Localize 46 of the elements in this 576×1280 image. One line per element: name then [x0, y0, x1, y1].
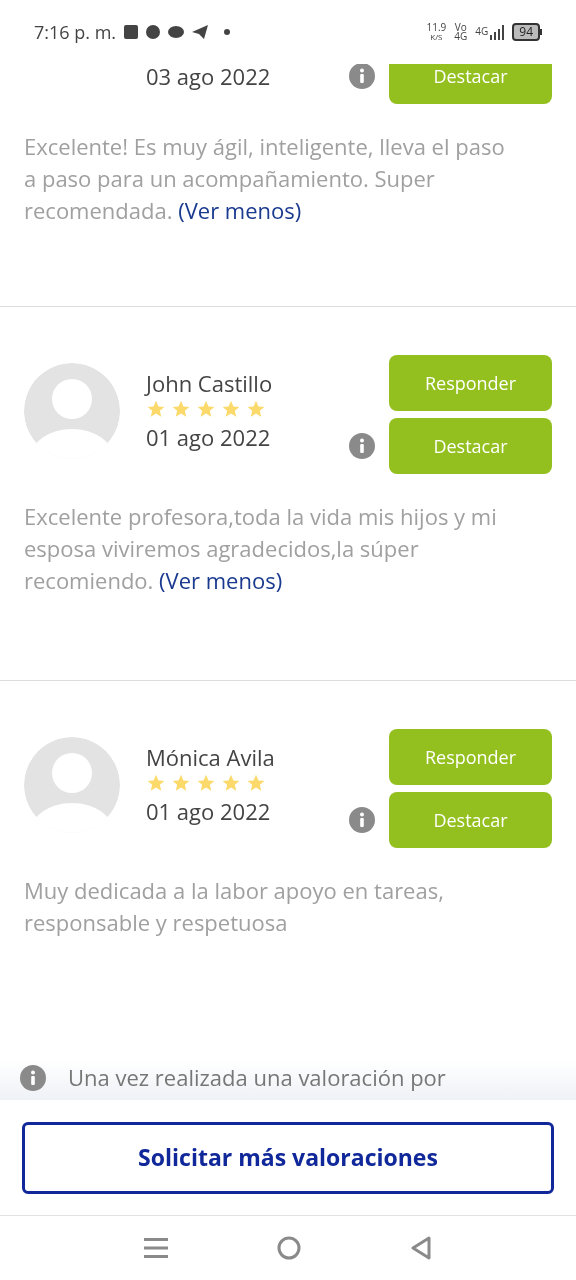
review-date: 03 ago 2022: [146, 64, 271, 93]
reviewer-name: Mónica Avila: [146, 743, 275, 771]
speed-unit: K/S: [430, 32, 443, 41]
highlight-button[interactable]: Destacar: [389, 418, 552, 474]
reply-button[interactable]: Responder: [389, 355, 552, 411]
info-icon[interactable]: [349, 64, 375, 89]
star-icon: [146, 399, 166, 419]
star-icon: [246, 399, 266, 419]
back-icon[interactable]: [409, 1236, 432, 1260]
battery-indicator: 94: [512, 23, 540, 41]
review-date: 01 ago 2022: [146, 421, 272, 453]
reviewer-name: John Castillo: [146, 369, 273, 397]
see-less-link[interactable]: (Ver menos): [178, 195, 302, 225]
star-icon: [196, 399, 216, 419]
avatar-icon: [24, 737, 120, 833]
dot-icon: [224, 29, 231, 35]
signal-label: 4G: [475, 24, 489, 39]
review-comment: Excelente profesora,toda la vida mis hijos y mi esposa viviremos agradecidos,la súper recomiendo. (Ver menos): [24, 500, 498, 596]
network-type: 4G: [454, 32, 468, 41]
send-icon: [192, 25, 209, 39]
star-icon: [196, 773, 216, 793]
review-comment: Muy dedicada a la labor apoyo en tareas, responsable y respetuosa: [24, 874, 445, 938]
review-comment: Excelente! Es muy ágil, inteligente, lleva el paso a paso para un acompañamiento. Super recomendada. (Ver menos): [24, 130, 506, 226]
volte-label: Vo: [454, 23, 467, 32]
reply-button[interactable]: Responder: [389, 729, 552, 785]
star-icon: [221, 399, 241, 419]
info-icon[interactable]: [349, 433, 375, 459]
see-less-link[interactable]: (Ver menos): [159, 565, 283, 595]
info-note: Una vez realizada una valoración por: [68, 1061, 446, 1094]
info-icon[interactable]: [349, 807, 375, 833]
menu-icon[interactable]: [144, 1237, 169, 1259]
avatar-icon: [24, 363, 120, 459]
highlight-button[interactable]: Destacar: [389, 792, 552, 848]
network-speed: 11.9: [426, 23, 447, 32]
info-icon[interactable]: [20, 1064, 46, 1091]
home-icon[interactable]: [277, 1236, 301, 1260]
star-icon: [221, 773, 241, 793]
star-icon: [171, 773, 191, 793]
star-icon: [146, 773, 166, 793]
star-icon: [246, 773, 266, 793]
highlight-button[interactable]: Destacar: [389, 64, 552, 104]
request-reviews-button[interactable]: Solicitar más valoraciones: [22, 1121, 554, 1194]
review-date: 01 ago 2022: [146, 795, 272, 827]
star-icon: [171, 399, 191, 419]
status-time: 7:16 p. m.: [34, 18, 117, 46]
signal-icon: [490, 24, 505, 40]
